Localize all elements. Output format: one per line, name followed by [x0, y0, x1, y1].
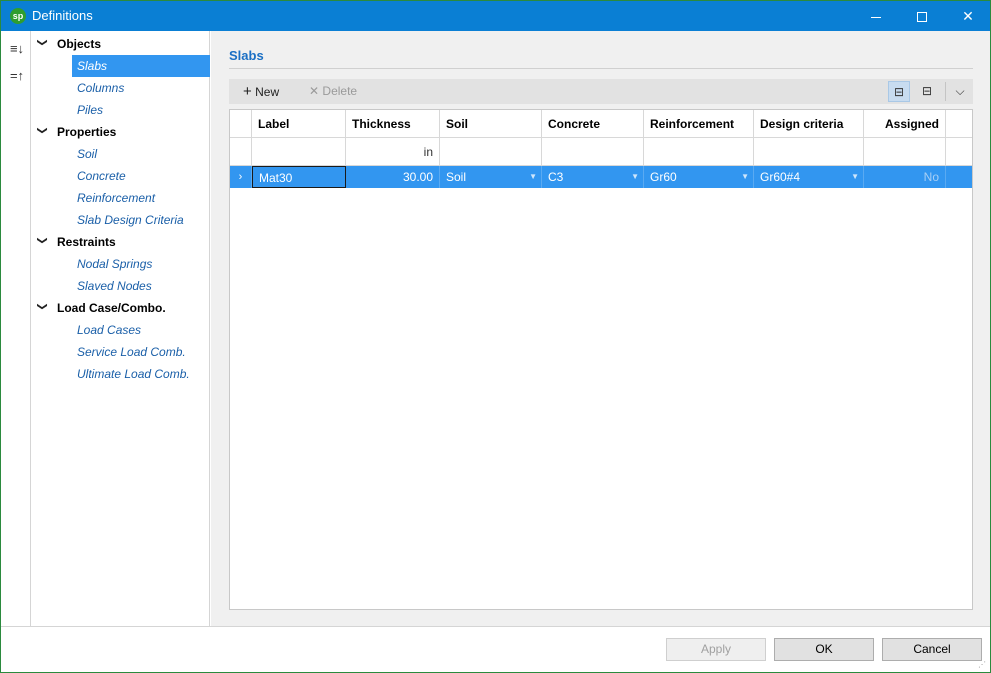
toolbar-separator [945, 82, 946, 101]
column-header-concrete[interactable]: Concrete [542, 110, 644, 137]
table-row[interactable]: › Mat30 30.00 Soil ▼ C3 ▼ Gr60 ▼ Gr60#4 … [230, 166, 972, 188]
units-thickness: in [346, 138, 440, 165]
column-header-assigned[interactable]: Assigned [864, 110, 946, 137]
row-header-corner [230, 110, 252, 137]
tree-item-service-load-comb[interactable]: Service Load Comb. [72, 341, 210, 363]
cell-soil-select[interactable]: Soil ▼ [440, 166, 542, 188]
tree-item-load-cases[interactable]: Load Cases [72, 319, 210, 341]
chevron-down-icon[interactable]: ❯ [37, 126, 48, 134]
tree-group-load-case-combo[interactable]: ❯ Load Case/Combo. [32, 297, 210, 319]
maximize-button[interactable] [899, 1, 945, 31]
new-button-label: New [255, 85, 280, 99]
window-title: Definitions [32, 8, 93, 23]
units-concrete [542, 138, 644, 165]
units-filler [946, 138, 972, 165]
tree-group-label: Load Case/Combo. [57, 301, 166, 315]
plus-icon: + [243, 83, 252, 100]
tree-item-slaved-nodes[interactable]: Slaved Nodes [72, 275, 210, 297]
cell-soil-value: Soil [446, 170, 467, 184]
delete-button-label: Delete [322, 84, 358, 98]
cancel-button[interactable]: Cancel [882, 638, 982, 661]
tree-group-objects[interactable]: ❯ Objects [32, 33, 210, 55]
definitions-tree: ❯ Objects Slabs Columns Piles ❯ Properti… [32, 31, 210, 626]
cell-assigned: No [864, 166, 946, 188]
dropdown-arrow-icon[interactable]: ▼ [851, 166, 859, 188]
dropdown-arrow-icon[interactable]: ▼ [741, 166, 749, 188]
minimize-button[interactable] [853, 1, 899, 31]
cell-design-criteria-select[interactable]: Gr60#4 ▼ [754, 166, 864, 188]
tree-item-ultimate-load-comb[interactable]: Ultimate Load Comb. [72, 363, 210, 385]
ok-button[interactable]: OK [774, 638, 874, 661]
units-corner [230, 138, 252, 165]
main-panel: Slabs + New ✕ Delete ⊟ ⊟ ⌵ Label Thickne… [211, 31, 990, 626]
tree-group-restraints[interactable]: ❯ Restraints [32, 231, 210, 253]
column-header-soil[interactable]: Soil [440, 110, 542, 137]
chevron-down-icon[interactable]: ❯ [37, 236, 48, 244]
dialog-footer: Apply OK Cancel ⋰ [1, 626, 990, 672]
tree-item-concrete[interactable]: Concrete [72, 165, 210, 187]
app-icon: sp [10, 8, 26, 24]
units-label [252, 138, 346, 165]
cell-reinforcement-select[interactable]: Gr60 ▼ [644, 166, 754, 188]
tree-group-properties[interactable]: ❯ Properties [32, 121, 210, 143]
tree-item-columns[interactable]: Columns [72, 77, 210, 99]
grid-units-row: in [230, 138, 972, 166]
apply-button[interactable]: Apply [666, 638, 766, 661]
grid-header-row: Label Thickness Soil Concrete Reinforcem… [230, 110, 972, 138]
grid-toolbar: + New ✕ Delete ⊟ ⊟ ⌵ [229, 79, 973, 104]
tree-group-label: Objects [57, 37, 102, 51]
tree-group-label: Restraints [57, 235, 116, 249]
maximize-icon [917, 12, 927, 23]
row-selector-arrow-icon[interactable]: › [230, 166, 252, 188]
close-icon: ✕ [962, 8, 974, 24]
column-header-thickness[interactable]: Thickness [346, 110, 440, 137]
units-design-criteria [754, 138, 864, 165]
cell-concrete-value: C3 [548, 170, 564, 184]
title-bar[interactable]: sp Definitions ✕ [1, 1, 990, 31]
tree-item-reinforcement[interactable]: Reinforcement [72, 187, 210, 209]
minimize-icon [871, 16, 881, 18]
tree-group-label: Properties [57, 125, 117, 139]
cell-reinforcement-value: Gr60 [650, 170, 677, 184]
dropdown-arrow-icon[interactable]: ▼ [529, 166, 537, 188]
resize-grip-icon[interactable]: ⋰ [978, 660, 988, 670]
units-assigned [864, 138, 946, 165]
tree-item-piles[interactable]: Piles [72, 99, 210, 121]
dropdown-arrow-icon[interactable]: ▼ [631, 166, 639, 188]
cell-label[interactable]: Mat30 [252, 166, 346, 188]
section-title: Slabs [229, 48, 264, 63]
cell-design-criteria-value: Gr60#4 [760, 170, 801, 184]
cell-thickness[interactable]: 30.00 [346, 166, 440, 188]
chevron-down-icon[interactable]: ❯ [37, 38, 48, 46]
tree-item-slabs[interactable]: Slabs [72, 55, 210, 77]
column-header-filler [946, 110, 972, 137]
fit-rows-icon[interactable]: ⊟ [888, 81, 910, 102]
definitions-window: sp Definitions ✕ ≡↓ =↑ ❯ Objects Slabs C… [0, 0, 991, 673]
sort-collapse-icon[interactable]: =↑ [6, 65, 28, 87]
column-header-label[interactable]: Label [252, 110, 346, 137]
cell-filler [946, 166, 972, 188]
column-header-reinforcement[interactable]: Reinforcement [644, 110, 754, 137]
fit-columns-icon[interactable]: ⊟ [916, 81, 938, 102]
units-reinforcement [644, 138, 754, 165]
section-divider [229, 68, 973, 69]
tree-item-nodal-springs[interactable]: Nodal Springs [72, 253, 210, 275]
slabs-grid: Label Thickness Soil Concrete Reinforcem… [229, 109, 973, 610]
tree-tools-bar: ≡↓ =↑ [1, 31, 31, 626]
chevron-down-icon[interactable]: ❯ [37, 302, 48, 310]
delete-icon: ✕ [309, 84, 320, 98]
new-button[interactable]: + New [243, 79, 279, 104]
tree-item-soil[interactable]: Soil [72, 143, 210, 165]
units-soil [440, 138, 542, 165]
tree-item-slab-design-criteria[interactable]: Slab Design Criteria [72, 209, 210, 231]
close-button[interactable]: ✕ [945, 1, 991, 31]
sort-expand-icon[interactable]: ≡↓ [6, 38, 28, 60]
chevron-down-icon[interactable]: ⌵ [949, 81, 971, 102]
cell-concrete-select[interactable]: C3 ▼ [542, 166, 644, 188]
delete-button[interactable]: ✕ Delete [309, 79, 357, 104]
column-header-design-criteria[interactable]: Design criteria [754, 110, 864, 137]
